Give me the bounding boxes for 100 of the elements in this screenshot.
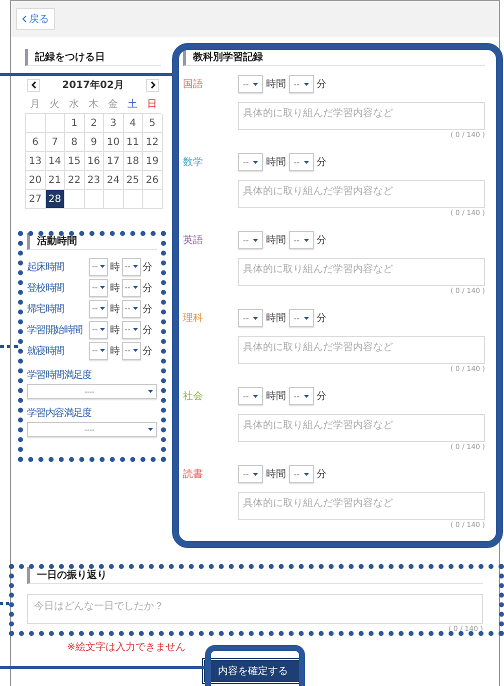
minute-select[interactable]: -- (122, 320, 141, 338)
unit-label: 時間 (266, 234, 286, 247)
calendar-day[interactable]: 25 (124, 171, 143, 190)
weekday-label: 月 (28, 98, 41, 112)
previous-month-button[interactable] (27, 78, 40, 92)
subject-label: 英語 (183, 234, 204, 247)
study-notes-field[interactable]: 具体的に取り組んだ学習内容など (238, 414, 485, 442)
study-notes-field[interactable]: 具体的に取り組んだ学習内容など (238, 258, 485, 286)
unit-label: 時間 (266, 312, 286, 325)
calendar-day[interactable]: 12 (143, 133, 162, 152)
unit-label: 分 (142, 344, 153, 358)
calendar-day[interactable]: 1 (65, 114, 84, 133)
minute-select[interactable]: -- (122, 278, 141, 296)
calendar-day[interactable]: 26 (143, 171, 162, 190)
empty-calendar-cell (104, 190, 124, 209)
unit-label: 分 (316, 468, 327, 481)
calendar-day[interactable]: 24 (104, 171, 124, 190)
hour-select[interactable]: -- (238, 465, 263, 483)
calendar-day[interactable]: 14 (46, 152, 65, 171)
minute-select[interactable]: -- (122, 342, 141, 360)
minute-select[interactable]: -- (288, 231, 314, 249)
unit-label: 時間 (266, 156, 286, 169)
calendar-day[interactable]: 8 (65, 133, 84, 152)
back-button[interactable]: 戻る (16, 8, 55, 30)
empty-calendar-cell (124, 190, 143, 209)
minute-select[interactable]: -- (122, 300, 141, 318)
chevron-left-icon (22, 15, 27, 23)
unit-label: 時 (110, 282, 120, 294)
time-label: 就寝時間 (27, 344, 65, 358)
section-heading: 一日の振り返り (27, 567, 483, 584)
hour-select[interactable]: -- (89, 258, 108, 276)
caret-icon (132, 328, 138, 331)
unit-label: 分 (316, 390, 327, 403)
calendar-day[interactable]: 11 (124, 133, 143, 152)
calendar-day[interactable]: 16 (84, 152, 104, 171)
caret-icon (100, 349, 105, 352)
calendar-day[interactable]: 2 (84, 114, 104, 133)
calendar-day[interactable]: 10 (104, 133, 124, 152)
minute-select[interactable]: -- (288, 75, 314, 93)
caret-icon (252, 472, 258, 476)
leader-line (0, 602, 9, 605)
reflection-field[interactable]: 今日はどんな一日でしたか？ (27, 594, 483, 624)
calendar-day[interactable]: 22 (65, 171, 84, 190)
hour-select[interactable]: -- (89, 342, 108, 360)
section-heading: 記録をつける日 (25, 49, 161, 66)
time-label: 学習開始時間 (27, 324, 84, 336)
calendar-day[interactable]: 9 (84, 133, 104, 152)
minute-select[interactable]: -- (288, 387, 314, 405)
calendar-day[interactable]: 20 (26, 171, 46, 190)
caret-icon (132, 286, 138, 289)
unit-label: 時 (110, 260, 120, 274)
unit-label: 分 (316, 312, 327, 325)
calendar-day[interactable]: 19 (143, 152, 162, 171)
subject-label: 理科 (183, 312, 204, 325)
unit-label: 分 (142, 282, 153, 294)
study-notes-field[interactable]: 具体的に取り組んだ学習内容など (238, 102, 485, 130)
subject-label: 社会 (183, 390, 204, 403)
hour-select[interactable]: -- (238, 153, 263, 171)
calendar-day[interactable]: 28 (46, 190, 65, 209)
caret-icon (132, 265, 138, 268)
hour-select[interactable]: -- (89, 320, 108, 338)
weekday-label: 火 (48, 98, 60, 112)
calendar-day[interactable]: 3 (104, 114, 124, 133)
caret-icon (252, 316, 258, 320)
hour-select[interactable]: -- (89, 278, 108, 296)
calendar-day[interactable]: 13 (26, 152, 46, 171)
calendar-day[interactable]: 23 (84, 171, 104, 190)
hour-select[interactable]: -- (238, 75, 263, 93)
study-notes-field[interactable]: 具体的に取り組んだ学習内容など (238, 492, 485, 520)
unit-label: 時 (110, 344, 120, 358)
empty-calendar-cell (143, 190, 162, 209)
calendar-day[interactable]: 4 (124, 114, 143, 133)
calendar-day[interactable]: 17 (104, 152, 124, 171)
weekday-label: 日 (146, 98, 158, 112)
hour-select[interactable]: -- (238, 231, 263, 249)
calendar-day[interactable]: 15 (65, 152, 84, 171)
minute-select[interactable]: -- (288, 465, 314, 483)
hour-select[interactable]: -- (89, 300, 108, 318)
section-heading: 教科別学習記録 (183, 49, 485, 66)
minute-select[interactable]: -- (122, 258, 141, 276)
caret-icon (100, 286, 105, 289)
next-month-button[interactable] (146, 78, 159, 92)
calendar-day[interactable]: 18 (124, 152, 143, 171)
minute-select[interactable]: -- (288, 309, 314, 327)
minute-select[interactable]: -- (288, 153, 314, 171)
caret-icon (252, 394, 258, 398)
caret-icon (304, 160, 309, 164)
caret-icon (100, 265, 105, 268)
unit-label: 時間 (266, 468, 286, 481)
study-notes-field[interactable]: 具体的に取り組んだ学習内容など (238, 180, 485, 208)
calendar-day[interactable]: 5 (143, 114, 162, 133)
hour-select[interactable]: -- (238, 387, 263, 405)
leader-line (0, 345, 18, 348)
chevron-right-icon (150, 81, 156, 89)
study-notes-field[interactable]: 具体的に取り組んだ学習内容など (238, 336, 485, 364)
calendar-day[interactable]: 6 (26, 133, 46, 152)
unit-label: 分 (142, 260, 153, 274)
hour-select[interactable]: -- (238, 309, 263, 327)
caret-icon (304, 238, 309, 242)
calendar-day[interactable]: 7 (46, 133, 65, 152)
